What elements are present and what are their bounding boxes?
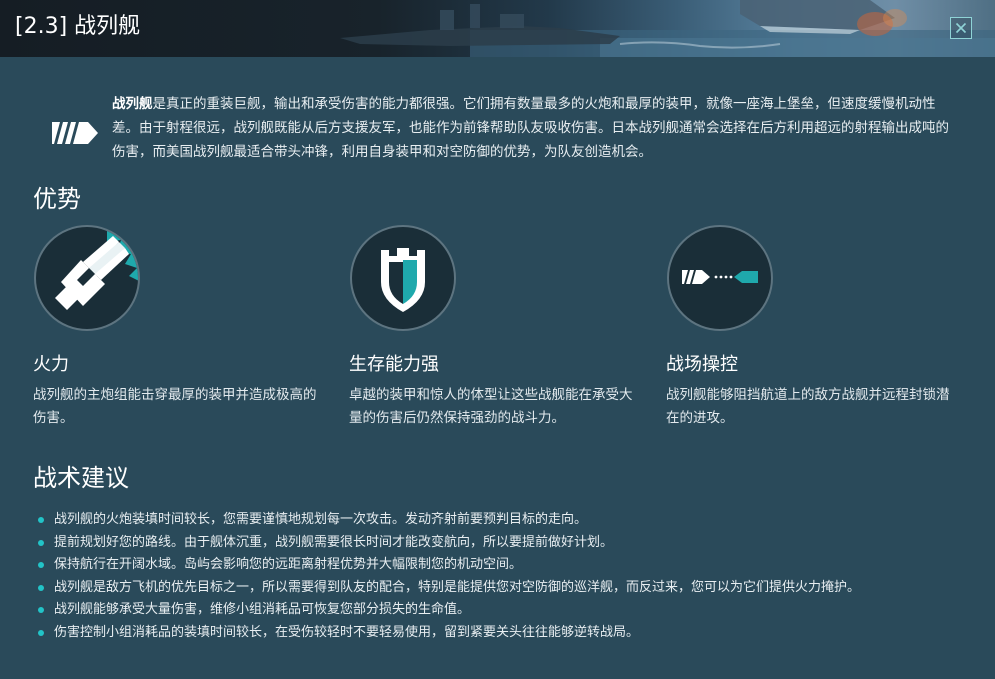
window-header: [2.3] 战列舰 (0, 0, 995, 57)
intro-description: 是真正的重装巨舰，输出和承受伤害的能力都很强。它们拥有数量最多的火炮和最厚的装甲… (112, 96, 949, 160)
list-item: 伤害控制小组消耗品的装填时间较长，在受伤较轻时不要轻易使用，留到紧要关头往往能够… (38, 622, 860, 645)
tactics-heading: 战术建议 (33, 464, 129, 492)
advantage-firepower-desc: 战列舰的主炮组能击穿最厚的装甲并造成极高的伤害。 (33, 387, 317, 426)
advantage-survivability-desc: 卓越的装甲和惊人的体型让这些战舰能在承受大量的伤害后仍然保持强劲的战斗力。 (349, 387, 633, 426)
tactics-list: 战列舰的火炮装填时间较长，您需要谨慎地规划每一次攻击。发动齐射前要预判目标的走向… (38, 509, 860, 645)
advantage-firepower-title: 火力 (33, 354, 69, 375)
header-ship-artwork (340, 0, 995, 57)
advantage-survivability-title: 生存能力强 (349, 354, 439, 375)
advantage-area-control-desc: 战列舰能够阻挡航道上的敌方战舰并远程封锁潜在的进攻。 (666, 387, 950, 426)
advantage-area-control-title: 战场操控 (666, 354, 738, 375)
list-item: 战列舰能够承受大量伤害，维修小组消耗品可恢复您部分损失的生命值。 (38, 599, 860, 622)
intro-paragraph: 战列舰是真正的重装巨舰，输出和承受伤害的能力都很强。它们拥有数量最多的火炮和最厚… (112, 92, 957, 164)
close-icon (955, 22, 967, 34)
list-item: 战列舰是敌方飞机的优先目标之一，所以需要得到队友的配合，特别是能提供您对空防御的… (38, 577, 860, 600)
close-button[interactable] (950, 17, 972, 39)
list-item: 保持航行在开阔水域。岛屿会影响您的远距离射程优势并大幅限制您的机动空间。 (38, 554, 860, 577)
advantages-heading: 优势 (33, 185, 81, 213)
page-title: [2.3] 战列舰 (15, 14, 141, 39)
shield-icon (350, 225, 456, 331)
battleship-class-icon (52, 122, 98, 144)
intro-bold-term: 战列舰 (112, 96, 153, 112)
firepower-icon (34, 225, 140, 331)
list-item: 战列舰的火炮装填时间较长，您需要谨慎地规划每一次攻击。发动齐射前要预判目标的走向… (38, 509, 860, 532)
area-control-icon (667, 225, 773, 331)
list-item: 提前规划好您的路线。由于舰体沉重，战列舰需要很长时间才能改变航向，所以要提前做好… (38, 532, 860, 555)
